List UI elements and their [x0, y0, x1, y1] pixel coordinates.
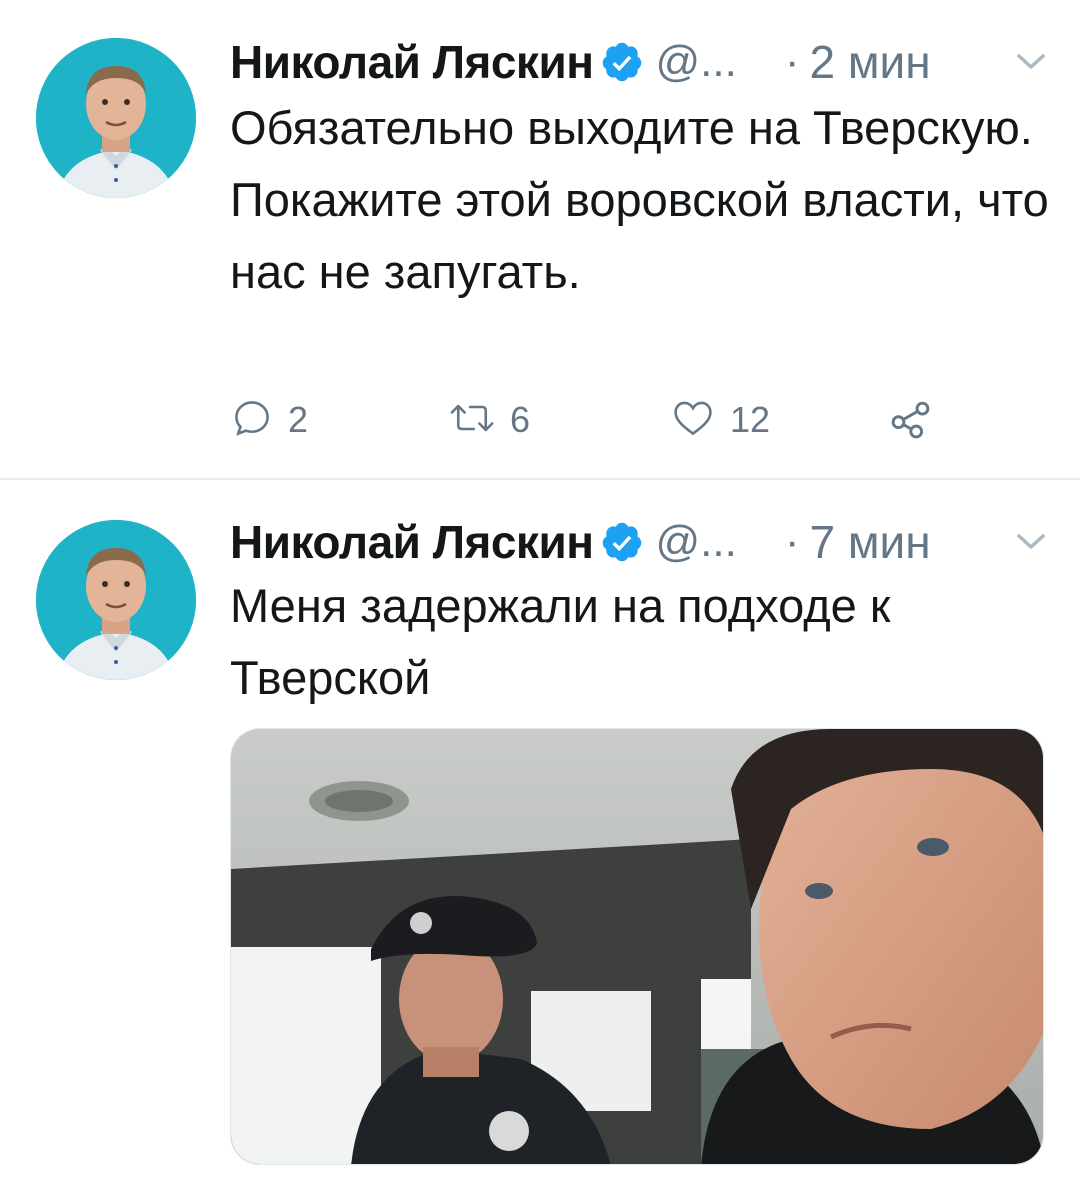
timestamp[interactable]: 7 мин — [810, 515, 931, 569]
verified-badge-icon — [600, 40, 644, 84]
author-handle[interactable]: @... — [656, 517, 737, 567]
tweet-actions: 2 6 12 — [230, 390, 950, 450]
like-count: 12 — [730, 399, 771, 440]
timestamp[interactable]: 2 мин — [810, 35, 931, 89]
tweet-header: Николай Ляскин @... · 7 мин — [230, 512, 1080, 572]
tweet-text: Меня задержали на подходе к Тверской — [230, 579, 891, 704]
retweet-button[interactable]: 6 — [448, 390, 530, 450]
tweet-text: Обязательно выходите на Тверскую. Покажи… — [230, 101, 1049, 298]
reply-icon — [230, 396, 274, 445]
heart-icon — [670, 396, 716, 445]
share-icon — [886, 393, 936, 448]
author-name[interactable]: Николай Ляскин — [230, 35, 594, 89]
share-button[interactable] — [886, 390, 936, 450]
retweet-icon — [448, 396, 496, 445]
chevron-down-icon[interactable] — [1016, 532, 1046, 552]
retweet-count: 6 — [510, 399, 531, 440]
tweet-header: Николай Ляскин @... · 2 мин — [230, 32, 1080, 92]
reply-count: 2 — [288, 399, 309, 440]
like-button[interactable]: 12 — [670, 390, 770, 450]
reply-button[interactable]: 2 — [230, 390, 308, 450]
chevron-down-icon[interactable] — [1016, 52, 1046, 72]
verified-badge-icon — [600, 520, 644, 564]
separator-dot: · — [784, 37, 800, 86]
tweet[interactable]: Николай Ляскин @... · 7 мин Меня задержа… — [0, 480, 1080, 1185]
author-handle[interactable]: @... — [656, 37, 737, 87]
tweet-photo[interactable] — [230, 728, 1044, 1165]
avatar[interactable] — [36, 38, 196, 198]
author-name[interactable]: Николай Ляскин — [230, 515, 594, 569]
tweet[interactable]: Николай Ляскин @... · 2 мин Обязательно … — [0, 0, 1080, 478]
separator-dot: · — [784, 517, 800, 566]
avatar[interactable] — [36, 520, 196, 680]
